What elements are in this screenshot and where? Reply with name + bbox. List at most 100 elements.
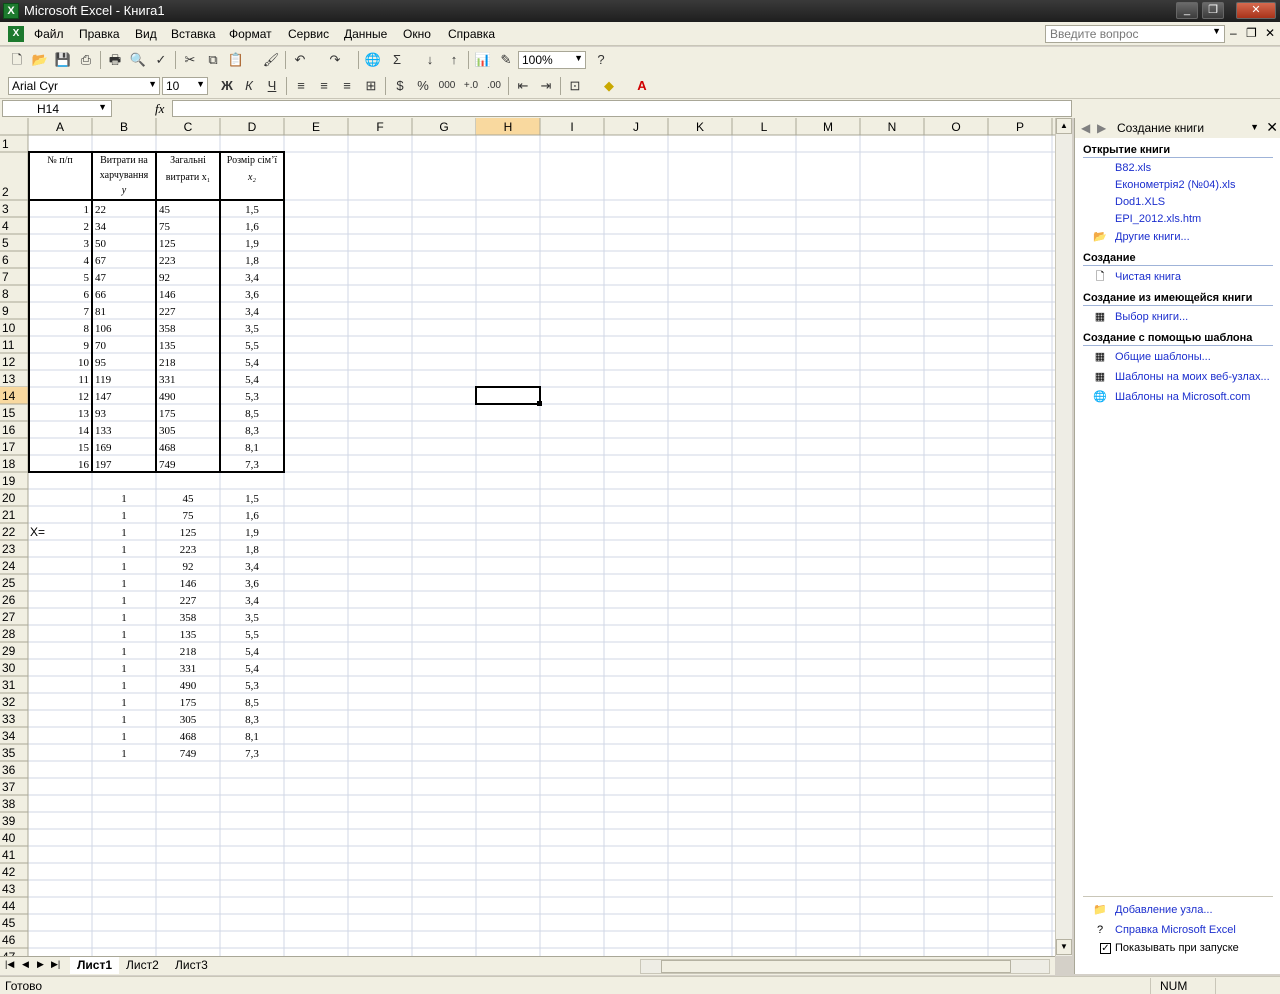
blank-book-link[interactable]: Чистая книга (1115, 271, 1181, 283)
format-painter-icon[interactable]: 🖌 (262, 51, 280, 69)
doc-restore-icon[interactable]: ❐ (1246, 26, 1257, 40)
choose-book-link[interactable]: Выбор книги... (1115, 311, 1188, 323)
recent-file-link[interactable]: B82.xls (1115, 162, 1151, 174)
back-icon[interactable]: ◀ (1081, 121, 1090, 135)
show-on-start-checkbox[interactable]: ✓ (1100, 943, 1111, 954)
redo-icon[interactable]: ↷ (326, 51, 344, 69)
chevron-down-icon[interactable]: ▼ (98, 102, 107, 112)
chevron-down-icon[interactable]: ▼ (1212, 26, 1221, 36)
document-icon[interactable]: X (8, 26, 24, 42)
chevron-down-icon[interactable]: ▼ (574, 53, 583, 63)
cut-icon[interactable]: ✂ (181, 51, 199, 69)
formula-input[interactable] (172, 100, 1072, 117)
vertical-scrollbar[interactable]: ▲ ▼ (1055, 118, 1072, 956)
general-templates-link[interactable]: Общие шаблоны... (1115, 351, 1211, 363)
selected-cell[interactable] (475, 386, 541, 405)
menu-insert[interactable]: Вставка (171, 27, 216, 41)
zoom-select[interactable]: 100% ▼ (518, 51, 586, 69)
fill-color-icon[interactable]: ◆ (600, 77, 618, 95)
fill-handle[interactable] (537, 401, 542, 406)
merge-center-icon[interactable]: ⊞ (362, 77, 380, 95)
spelling-icon[interactable]: ✓ (152, 51, 170, 69)
menu-file[interactable]: Файл (34, 27, 64, 41)
menu-edit[interactable]: Правка (79, 27, 120, 41)
thousands-icon[interactable]: 000 (438, 77, 456, 95)
close-icon[interactable]: ✕ (1266, 119, 1278, 136)
help-search-input[interactable]: Введите вопрос ▼ (1045, 25, 1225, 43)
web-templates-link[interactable]: Шаблоны на моих веб-узлах... (1115, 371, 1270, 383)
add-site-link[interactable]: Добавление узла... (1115, 904, 1213, 916)
permission-icon[interactable]: ⎙ (77, 51, 95, 69)
print-icon[interactable]: 🖶 (106, 51, 124, 69)
last-sheet-icon[interactable]: ▶| (51, 959, 60, 970)
paste-icon[interactable]: 📋 (227, 51, 245, 69)
horizontal-scrollbar[interactable] (640, 959, 1050, 974)
undo-icon[interactable]: ↶ (291, 51, 309, 69)
increase-indent-icon[interactable]: ⇥ (537, 77, 555, 95)
sheet-tab-2[interactable]: Лист2 (119, 957, 166, 974)
menu-view[interactable]: Вид (135, 27, 157, 41)
menu-window[interactable]: Окно (403, 27, 431, 41)
open-icon[interactable]: 📂 (31, 51, 49, 69)
decrease-indent-icon[interactable]: ⇤ (514, 77, 532, 95)
align-center-icon[interactable]: ≡ (315, 77, 333, 95)
microsoft-templates-link[interactable]: Шаблоны на Microsoft.com (1115, 391, 1250, 403)
italic-button[interactable]: К (240, 77, 258, 95)
more-books-link[interactable]: Другие книги... (1115, 231, 1190, 243)
percent-icon[interactable]: % (414, 77, 432, 95)
menu-format[interactable]: Формат (229, 27, 272, 41)
align-left-icon[interactable]: ≡ (292, 77, 310, 95)
underline-button[interactable]: Ч (263, 77, 281, 95)
new-icon[interactable]: 🗋 (8, 51, 26, 69)
next-sheet-icon[interactable]: ▶ (37, 959, 44, 970)
minimize-button[interactable]: _ (1176, 2, 1198, 19)
menu-help[interactable]: Справка (448, 27, 495, 41)
horizontal-scroll-thumb[interactable] (661, 960, 1011, 973)
chevron-down-icon[interactable]: ▼ (148, 79, 157, 89)
hyperlink-icon[interactable]: 🌐 (364, 51, 382, 69)
close-button[interactable]: ✕ (1236, 2, 1276, 19)
font-color-icon[interactable]: A (633, 77, 651, 95)
insert-function-icon[interactable]: fx (155, 101, 164, 117)
first-sheet-icon[interactable]: |◀ (5, 959, 14, 970)
save-icon[interactable]: 💾 (54, 51, 72, 69)
menu-tools[interactable]: Сервис (288, 27, 329, 41)
drawing-icon[interactable]: ✎ (497, 51, 515, 69)
copy-icon[interactable]: ⧉ (204, 51, 222, 69)
recent-file-link[interactable]: EPI_2012.xls.htm (1115, 213, 1201, 225)
align-right-icon[interactable]: ≡ (338, 77, 356, 95)
decrease-decimal-icon[interactable]: .00 (485, 77, 503, 95)
excel-help-link[interactable]: Справка Microsoft Excel (1115, 924, 1236, 936)
doc-close-icon[interactable]: ✕ (1265, 26, 1275, 40)
cell-value: 8,5 (245, 697, 259, 709)
scroll-up-icon[interactable]: ▲ (1056, 118, 1072, 134)
chevron-down-icon[interactable]: ▼ (196, 79, 205, 89)
scroll-down-icon[interactable]: ▼ (1056, 939, 1072, 955)
borders-icon[interactable]: ⊡ (566, 77, 584, 95)
font-name-select[interactable]: Arial Cyr ▼ (8, 77, 160, 95)
sort-ascending-icon[interactable]: ↓ (421, 51, 439, 69)
menu-data[interactable]: Данные (344, 27, 387, 41)
bold-button[interactable]: Ж (218, 77, 236, 95)
row-header: 5 (2, 236, 9, 250)
worksheet[interactable]: A B C D E F G H I J K L M N O P123456789101112131415161… (0, 118, 1055, 956)
font-size-select[interactable]: 10 ▼ (162, 77, 208, 95)
name-box[interactable]: H14 ▼ (2, 100, 112, 117)
sheet-tab-1[interactable]: Лист1 (70, 957, 120, 974)
prev-sheet-icon[interactable]: ◀ (22, 959, 29, 970)
chevron-down-icon[interactable]: ▼ (1250, 122, 1259, 132)
recent-file-link[interactable]: Економетрія2 (№04).xls (1115, 179, 1236, 191)
sheet-tab-3[interactable]: Лист3 (168, 957, 215, 974)
maximize-button[interactable]: ❐ (1202, 2, 1224, 19)
currency-icon[interactable]: $ (391, 77, 409, 95)
recent-file-link[interactable]: Dod1.XLS (1115, 196, 1165, 208)
autosum-icon[interactable]: Σ (388, 51, 406, 69)
print-preview-icon[interactable]: 🔍 (129, 51, 147, 69)
help-icon[interactable]: ? (592, 51, 610, 69)
increase-decimal-icon[interactable]: +.0 (462, 77, 480, 95)
doc-minimize-icon[interactable]: – (1230, 26, 1237, 40)
forward-icon[interactable]: ▶ (1097, 121, 1106, 135)
spreadsheet-grid[interactable]: A B C D E F G H I J K L M N O P 1 2 3 4 5 6 7 8 9 10 11 12 13 14 15 16 1… (0, 118, 1055, 956)
chart-wizard-icon[interactable]: 📊 (474, 51, 492, 69)
sort-descending-icon[interactable]: ↑ (445, 51, 463, 69)
